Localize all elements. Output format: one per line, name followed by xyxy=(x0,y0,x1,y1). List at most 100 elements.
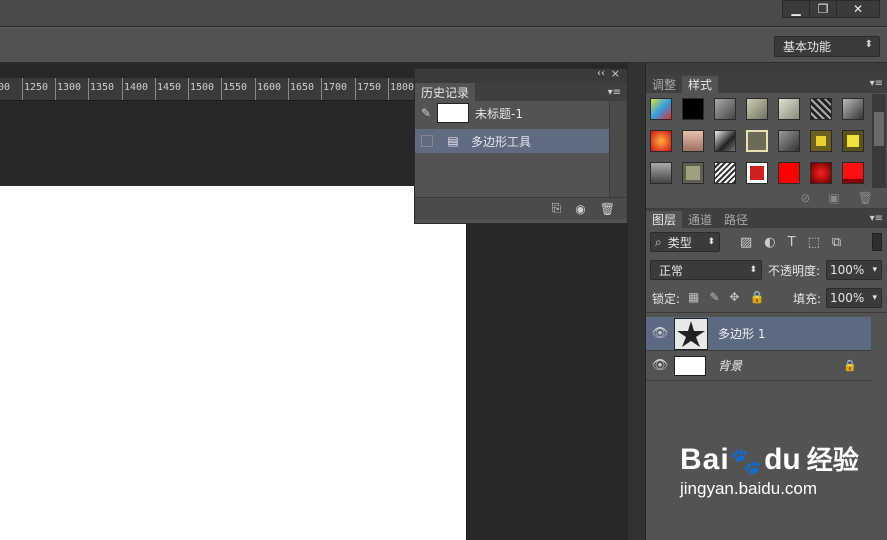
style-swatch[interactable] xyxy=(842,130,864,152)
adjustment-layer-filter-icon[interactable]: ◐ xyxy=(764,235,775,250)
style-swatch[interactable] xyxy=(650,98,672,120)
history-panel: ‹‹ × 历史记录 ▾≡ ✎ 未标题-1 ▤ 多边形工具 ⎘ ◉ 🗑 xyxy=(414,67,628,224)
lock-image-pixels-icon[interactable]: ✎ xyxy=(709,290,719,306)
lock-all-icon[interactable]: 🔒 xyxy=(749,290,764,306)
layer-row-polygon[interactable]: 👁 多边形 1 xyxy=(646,317,871,351)
polygon-star-icon xyxy=(675,318,707,349)
style-swatch[interactable] xyxy=(746,130,768,152)
workspace-switcher[interactable]: 基本功能 ⬍ xyxy=(774,36,880,57)
tab-paths[interactable]: 路径 xyxy=(718,211,754,228)
panel-menu-icon[interactable]: ▾≡ xyxy=(870,78,883,89)
restore-icon: ❐ xyxy=(817,2,829,16)
layer-filter-select[interactable]: ⌕ 类型 ⬍ xyxy=(650,232,720,252)
layer-name[interactable]: 多边形 1 xyxy=(718,325,765,342)
dropdown-arrows-icon: ⬍ xyxy=(749,265,757,275)
shape-layer-filter-icon[interactable]: ⬚ xyxy=(808,235,820,250)
watermark-url: jingyan.baidu.com xyxy=(680,479,818,498)
panel-menu-icon[interactable]: ▾≡ xyxy=(870,213,883,224)
delete-style-icon[interactable]: 🗑 xyxy=(858,191,873,205)
filter-toggle[interactable] xyxy=(872,233,882,251)
clear-style-icon[interactable]: ⊘ xyxy=(800,191,810,205)
history-footer: ⎘ ◉ 🗑 xyxy=(415,197,627,219)
trash-icon[interactable]: 🗑 xyxy=(600,202,615,216)
restore-button[interactable]: ❐ xyxy=(809,0,837,18)
visibility-eye-icon[interactable]: 👁 xyxy=(646,326,674,341)
ruler-ticks xyxy=(22,78,389,100)
horizontal-ruler[interactable]: 00 1250 1300 1350 1400 1450 1500 1550 16… xyxy=(0,78,414,101)
watermark-cn: 经验 xyxy=(806,445,859,475)
lock-icon: 🔒 xyxy=(843,359,857,372)
style-swatch[interactable] xyxy=(778,130,800,152)
layer-row-background[interactable]: 👁 背景 🔒 xyxy=(646,351,871,381)
blend-mode-label: 正常 xyxy=(659,263,684,278)
layer-name[interactable]: 背景 xyxy=(718,357,742,374)
tab-history-label: 历史记录 xyxy=(421,85,470,100)
chevron-down-icon: ▾ xyxy=(872,293,877,303)
style-swatch[interactable] xyxy=(778,98,800,120)
style-swatch[interactable] xyxy=(746,162,768,184)
fill-label: 填充: xyxy=(793,292,822,306)
tab-styles-label: 样式 xyxy=(688,78,713,92)
close-panel-icon[interactable]: × xyxy=(611,67,620,80)
minimize-button[interactable]: ▁ xyxy=(782,0,810,18)
snapshot-camera-icon[interactable]: ◉ xyxy=(575,202,585,216)
tab-channels[interactable]: 通道 xyxy=(682,211,718,228)
new-document-from-state-icon[interactable]: ⎘ xyxy=(552,201,562,216)
opacity-input[interactable]: 100% ▾ xyxy=(826,260,882,280)
tab-layers[interactable]: 图层 xyxy=(646,211,683,228)
document-canvas[interactable] xyxy=(0,186,466,540)
history-panel-header[interactable] xyxy=(415,69,627,83)
layer-filter-icons: ▨ ◐ T ⬚ ⧉ xyxy=(740,233,870,251)
lock-position-icon[interactable]: ✥ xyxy=(729,290,739,306)
history-step-row[interactable]: ▤ 多边形工具 xyxy=(415,129,609,153)
style-swatch[interactable] xyxy=(650,162,672,184)
fill-input[interactable]: 100% ▾ xyxy=(826,288,882,308)
collapse-icon[interactable]: ‹‹ xyxy=(597,68,605,79)
tab-adjustments[interactable]: 调整 xyxy=(646,76,682,93)
style-swatch[interactable] xyxy=(650,130,672,152)
baidu-jingyan-watermark: Bai 🐾 du 经验 jingyan.baidu.com xyxy=(680,440,880,520)
style-swatch[interactable] xyxy=(746,98,768,120)
style-swatch[interactable] xyxy=(810,130,832,152)
visibility-eye-icon[interactable]: 👁 xyxy=(646,358,674,373)
style-swatch[interactable] xyxy=(714,162,736,184)
opacity-label: 不透明度: xyxy=(768,264,821,278)
style-swatch[interactable] xyxy=(714,130,736,152)
styles-footer: ⊘ ▣ 🗑 xyxy=(646,188,887,208)
tab-history[interactable]: 历史记录 xyxy=(415,83,476,101)
style-swatch[interactable] xyxy=(842,162,864,184)
smart-object-filter-icon[interactable]: ⧉ xyxy=(832,235,841,250)
style-swatch[interactable] xyxy=(842,98,864,120)
watermark-brand-2: du xyxy=(764,443,801,476)
history-snapshot-row[interactable]: ✎ 未标题-1 xyxy=(415,101,609,125)
styles-scrollbar[interactable] xyxy=(872,94,886,188)
style-swatch[interactable] xyxy=(810,162,832,184)
layers-divider xyxy=(646,312,887,313)
search-icon: ⌕ xyxy=(655,234,662,249)
style-swatch[interactable] xyxy=(810,98,832,120)
style-swatch[interactable] xyxy=(682,162,704,184)
panel-menu-icon[interactable]: ▾≡ xyxy=(608,87,621,98)
style-swatch[interactable] xyxy=(682,130,704,152)
options-bar xyxy=(0,27,887,63)
tab-styles[interactable]: 样式 xyxy=(682,76,719,93)
panel-dock-divider xyxy=(628,63,646,540)
blend-mode-select[interactable]: 正常 ⬍ xyxy=(650,260,762,280)
styles-tabrow: 调整 样式 ▾≡ xyxy=(646,74,887,93)
styles-scroll-thumb[interactable] xyxy=(874,112,884,146)
history-brush-icon: ✎ xyxy=(420,106,432,120)
pixel-layer-filter-icon[interactable]: ▨ xyxy=(740,235,752,250)
snapshot-thumbnail xyxy=(437,103,469,123)
close-window-button[interactable]: ✕ xyxy=(836,0,880,18)
history-item-label: 多边形工具 xyxy=(471,134,532,149)
lock-transparent-pixels-icon[interactable]: ▦ xyxy=(688,290,699,306)
history-source-checkbox[interactable] xyxy=(421,135,433,147)
new-style-icon[interactable]: ▣ xyxy=(828,191,839,205)
style-swatch[interactable] xyxy=(714,98,736,120)
tab-adjustments-label: 调整 xyxy=(652,78,677,92)
style-swatch[interactable] xyxy=(682,98,704,120)
fill-value: 100% xyxy=(830,291,865,305)
style-swatch[interactable] xyxy=(778,162,800,184)
type-layer-filter-icon[interactable]: T xyxy=(788,235,796,250)
history-scrollbar[interactable] xyxy=(609,101,627,197)
